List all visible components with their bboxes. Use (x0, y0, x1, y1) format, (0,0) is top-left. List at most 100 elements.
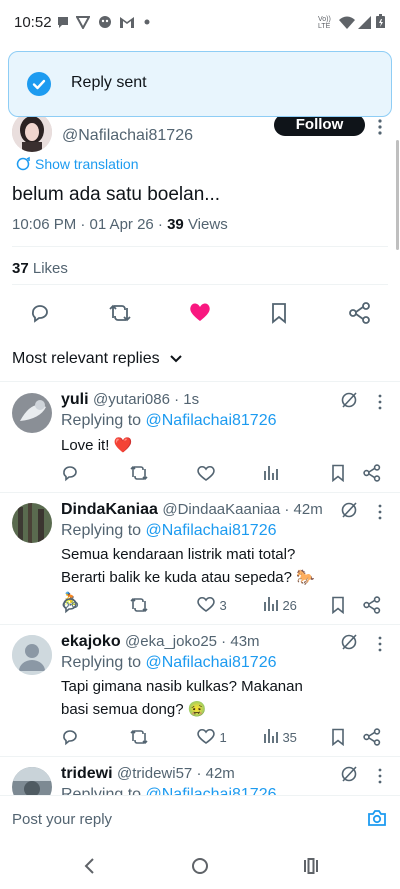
recents-icon[interactable] (303, 857, 319, 875)
grok-icon[interactable] (340, 765, 358, 783)
reply-author-handle[interactable]: @DindaaKaaniaa (162, 501, 280, 518)
grok-icon[interactable] (340, 633, 358, 651)
reply-author-handle[interactable]: @eka_joko25 (125, 633, 217, 650)
bookmark-icon[interactable] (331, 464, 345, 482)
chevron-down-icon (170, 355, 182, 363)
repost-icon[interactable] (108, 302, 132, 324)
like-icon (197, 728, 215, 744)
reply-composer[interactable]: Post your reply (0, 795, 400, 839)
reply-header: tridewi @tridewi57 · 42m (61, 765, 235, 783)
chat-bubble-icon (58, 17, 68, 28)
reply-more-icon[interactable] (376, 768, 384, 784)
views-count: 35 (282, 730, 297, 745)
vpn-icon (76, 16, 90, 29)
replying-to-handle[interactable]: @Nafilachai81726 (146, 412, 277, 429)
repost-icon[interactable] (129, 464, 149, 482)
reply-text: Tapi gimana nasib kulkas? Makanan basi s… (61, 678, 303, 718)
share-icon[interactable] (363, 728, 381, 746)
like-button[interactable]: 3 (197, 596, 227, 615)
status-bar: 10:52 Vo)) LTE (0, 0, 400, 46)
follow-button[interactable]: Follow (274, 114, 365, 136)
reply-icon[interactable] (61, 596, 79, 614)
reply-item[interactable]: yuli @yutari086 · 1s Replying to @Nafila… (0, 381, 400, 493)
share-icon[interactable] (363, 596, 381, 614)
author-avatar[interactable] (12, 112, 52, 152)
reply-icon[interactable] (61, 464, 79, 482)
reply-more-icon[interactable] (376, 636, 384, 652)
scrollbar[interactable] (396, 140, 399, 250)
share-icon[interactable] (363, 464, 381, 482)
reply-icon[interactable] (61, 728, 79, 746)
replying-to: Replying to @Nafilachai81726 (61, 786, 277, 795)
reply-author-name[interactable]: ekajoko (61, 633, 121, 650)
views-button[interactable]: 35 (264, 728, 297, 747)
divider (12, 246, 388, 247)
reply-avatar[interactable] (12, 767, 52, 795)
sort-label: Most relevant replies (12, 350, 160, 367)
bot-icon (99, 16, 111, 28)
share-icon[interactable] (349, 302, 371, 324)
like-button[interactable]: 1 (197, 728, 227, 747)
views-icon (264, 597, 278, 611)
camera-icon[interactable] (367, 809, 387, 827)
reply-time: · 42m (280, 501, 323, 518)
home-icon[interactable] (191, 857, 209, 875)
toast-message: Reply sent (71, 74, 147, 91)
wifi-icon (339, 16, 355, 29)
bookmark-icon[interactable] (331, 728, 345, 746)
bookmark-icon[interactable] (270, 302, 288, 324)
reply-more-icon[interactable] (376, 504, 384, 520)
reply-more-icon[interactable] (376, 394, 384, 410)
reply-icon[interactable] (29, 302, 51, 324)
views-icon (264, 729, 278, 743)
replying-to-handle[interactable]: @Nafilachai81726 (146, 786, 277, 795)
battery-icon (376, 14, 385, 28)
reply-avatar[interactable] (12, 503, 52, 543)
likes-stat[interactable]: 37 Likes (12, 260, 68, 277)
reply-author-name[interactable]: tridewi (61, 765, 113, 782)
more-options-icon[interactable] (376, 118, 384, 136)
reply-author-handle[interactable]: @yutari086 (93, 391, 170, 408)
like-icon[interactable] (197, 465, 215, 481)
gmail-icon (120, 17, 134, 28)
back-icon[interactable] (83, 857, 95, 875)
grok-icon[interactable] (340, 501, 358, 519)
reply-item[interactable]: ekajoko @eka_joko25 · 43m Replying to @N… (0, 625, 400, 755)
repost-icon[interactable] (129, 596, 149, 614)
reply-sent-toast: Reply sent (8, 51, 392, 117)
sort-replies-dropdown[interactable]: Most relevant replies (12, 350, 182, 368)
bookmark-icon[interactable] (331, 596, 345, 614)
views-button[interactable]: 26 (264, 596, 297, 615)
network-label-top: Vo)) (318, 16, 331, 23)
default-avatar-icon[interactable] (12, 635, 52, 675)
grok-icon[interactable] (340, 391, 358, 409)
like-icon-filled[interactable] (189, 302, 211, 322)
reply-header: ekajoko @eka_joko25 · 43m (61, 633, 260, 651)
reply-item[interactable]: tridewi @tridewi57 · 42m Replying to @Na… (0, 757, 400, 795)
android-nav-bar (0, 840, 400, 889)
reply-time: · 42m (192, 765, 235, 782)
reply-author-handle[interactable]: @tridewi57 (117, 765, 192, 782)
replying-prefix: Replying to (61, 786, 146, 795)
views-icon[interactable] (264, 465, 278, 481)
reply-item[interactable]: DindaKaniaa @DindaaKaaniaa · 42m Replyin… (0, 493, 400, 623)
reply-header: yuli @yutari086 · 1s (61, 391, 199, 409)
replying-to: Replying to @Nafilachai81726 (61, 522, 277, 540)
views-label: Views (183, 216, 228, 233)
reply-avatar[interactable] (12, 393, 52, 433)
repost-icon[interactable] (129, 728, 149, 746)
reply-author-name[interactable]: DindaKaniaa (61, 501, 158, 518)
reply-author-name[interactable]: yuli (61, 391, 89, 408)
replying-to-handle[interactable]: @Nafilachai81726 (146, 654, 277, 671)
status-time: 10:52 (14, 14, 52, 31)
tweet-text: belum ada satu boelan... (12, 184, 221, 205)
author-handle[interactable]: @Nafilachai81726 (62, 127, 193, 145)
tweet-meta: 10:06 PM · 01 Apr 26 · 39 Views (12, 216, 228, 233)
replying-to-handle[interactable]: @Nafilachai81726 (146, 522, 277, 539)
reply-input-placeholder[interactable]: Post your reply (12, 811, 112, 828)
replying-to: Replying to @Nafilachai81726 (61, 412, 277, 430)
likes-label: Likes (28, 260, 68, 277)
dot-icon (144, 19, 150, 25)
like-count: 3 (219, 598, 227, 613)
show-translation-label: Show translation (35, 156, 139, 172)
